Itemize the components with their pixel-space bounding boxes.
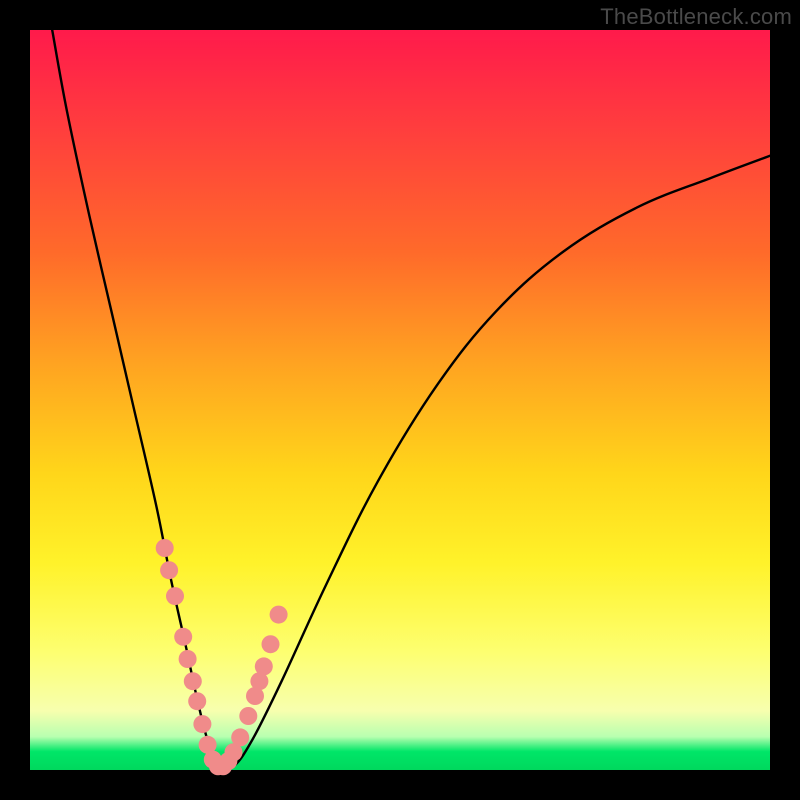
chart-frame: TheBottleneck.com [0,0,800,800]
marker-point [255,657,273,675]
marker-point [179,650,197,668]
marker-point [231,728,249,746]
marker-point [239,707,257,725]
marker-point [166,587,184,605]
marker-point [188,692,206,710]
marker-point [270,606,288,624]
marker-point [174,628,192,646]
plot-area [30,30,770,770]
marker-point [262,635,280,653]
marker-point [160,561,178,579]
marker-point [156,539,174,557]
chart-svg [30,30,770,770]
marker-point [193,715,211,733]
marker-group [156,539,288,775]
bottleneck-curve [52,30,770,770]
marker-point [184,672,202,690]
watermark-text: TheBottleneck.com [600,4,792,30]
